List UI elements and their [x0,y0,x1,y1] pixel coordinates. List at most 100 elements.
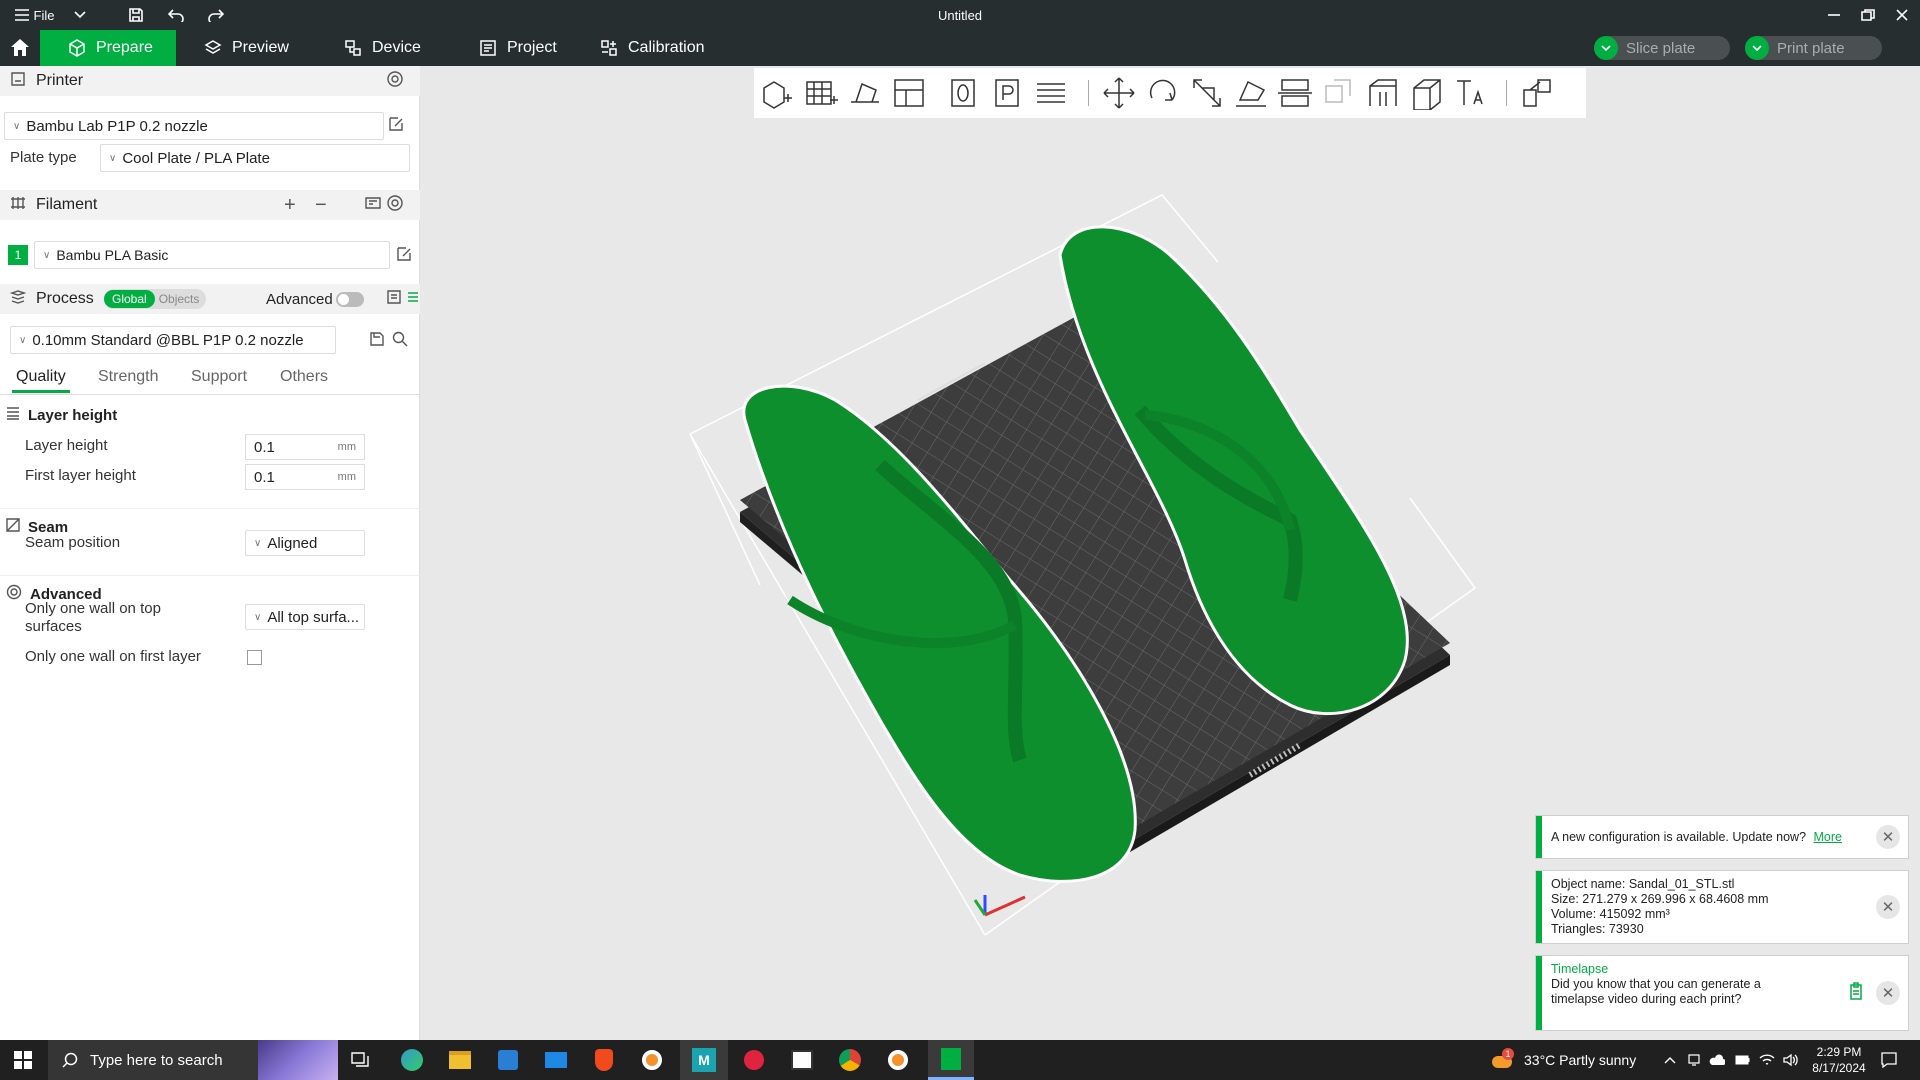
tab-preview[interactable]: Preview [190,30,303,66]
tray-onedrive-icon[interactable] [1706,1040,1728,1080]
filament-sync-icon[interactable] [364,195,382,216]
action-center-icon[interactable] [1874,1040,1904,1080]
rotate-icon[interactable] [1144,74,1182,112]
chrome-icon[interactable] [830,1040,870,1080]
remove-filament-icon[interactable]: − [315,194,327,217]
plate-p-icon[interactable] [988,74,1026,112]
close-window-icon[interactable] [1890,0,1914,30]
app-image-icon[interactable] [782,1040,822,1080]
lay-on-face-icon[interactable] [1232,74,1270,112]
first-layer-wall-checkbox[interactable] [247,650,262,665]
edit-printer-icon[interactable] [388,116,404,137]
app-heart-icon[interactable] [734,1040,774,1080]
seam-position-select[interactable]: ∨ Aligned [245,530,365,556]
assembly-view-icon[interactable] [1518,74,1556,112]
tab-quality[interactable]: Quality [16,368,66,386]
tray-volume-icon[interactable] [1780,1040,1802,1080]
slice-dropdown-icon[interactable] [1594,36,1618,60]
add-plate-icon[interactable] [802,74,840,112]
close-config-notification-icon[interactable]: ✕ [1876,825,1900,849]
file-menu[interactable]: File [10,0,58,30]
plate-type-select[interactable]: ∨ Cool Plate / PLA Plate [100,144,410,172]
text-tool-icon[interactable] [1452,74,1490,112]
mail-icon[interactable] [536,1040,576,1080]
redo-icon[interactable] [204,0,228,30]
config-update-more-link[interactable]: More [1814,830,1842,844]
support-paint-icon[interactable] [1364,74,1402,112]
tab-prepare[interactable]: Prepare [40,30,176,66]
process-list-icon[interactable] [386,289,402,310]
toggle-global[interactable]: Global [104,290,155,308]
windows-start-icon[interactable] [0,1040,46,1080]
close-timelapse-icon[interactable]: ✕ [1876,981,1900,1005]
add-filament-icon[interactable]: + [284,194,296,217]
minimize-icon[interactable] [1822,0,1846,30]
home-button[interactable] [0,30,40,66]
top-wall-label-line1: Only one wall on top [25,600,161,617]
tab-others[interactable]: Others [280,368,328,386]
printer-settings-icon[interactable] [386,70,404,93]
print-dropdown-icon[interactable] [1745,36,1769,60]
tab-calibration[interactable]: Calibration [586,30,718,66]
move-icon[interactable] [1100,74,1138,112]
tray-battery-icon[interactable] [1732,1040,1754,1080]
printer-heading: Printer [36,72,84,89]
filament-select[interactable]: ∨ Bambu PLA Basic [34,241,390,269]
global-objects-toggle[interactable]: Global Objects [104,289,206,309]
tray-chevron-up-icon[interactable] [1660,1040,1680,1080]
task-view-icon[interactable] [344,1040,376,1080]
arrange-icon[interactable] [890,74,928,112]
first-layer-height-input[interactable]: 0.1 mm [245,464,365,490]
file-chevron-icon[interactable] [70,0,90,30]
add-object-icon[interactable] [758,74,796,112]
printer-section-header: Printer [0,66,420,96]
process-preset-select[interactable]: ∨ 0.10mm Standard @BBL P1P 0.2 nozzle [10,326,336,354]
process-compare-icon[interactable] [406,290,420,309]
tab-strength[interactable]: Strength [98,368,158,386]
first-layer-height-label: First layer height [25,467,136,484]
filament-slot-badge[interactable]: 1 [8,245,28,265]
auto-orient-icon[interactable] [846,74,884,112]
print-plate-button[interactable]: Print plate [1745,36,1882,60]
clock[interactable]: 2:29 PM 8/17/2024 [1806,1040,1872,1080]
maya-icon[interactable]: M [680,1040,728,1080]
taskbar-search-box[interactable]: Type here to search [48,1040,338,1080]
slice-plate-button[interactable]: Slice plate [1594,36,1730,60]
edit-filament-icon[interactable] [396,246,412,267]
close-object-info-icon[interactable]: ✕ [1876,895,1900,919]
weather-widget[interactable]: 1 33°C Partly sunny [1490,1040,1640,1080]
advanced-switch[interactable] [336,292,364,307]
seam-paint-icon[interactable] [1408,74,1446,112]
file-explorer-icon[interactable] [440,1040,480,1080]
clock-time: 2:29 PM [1816,1045,1862,1059]
top-wall-select[interactable]: ∨ All top surfa... [245,604,365,630]
restore-icon[interactable] [1856,0,1880,30]
tray-wifi-icon[interactable] [1756,1040,1778,1080]
printer-select[interactable]: ∨ Bambu Lab P1P 0.2 nozzle [4,112,384,140]
chevron-down-icon: ∨ [254,611,262,623]
tab-support[interactable]: Support [191,368,247,386]
bambu-studio-taskbar-icon[interactable] [928,1040,974,1080]
scale-icon[interactable] [1188,74,1226,112]
store-icon[interactable] [488,1040,528,1080]
save-preset-icon[interactable] [370,332,384,351]
layers-editing-icon[interactable] [1032,74,1070,112]
search-preset-icon[interactable] [392,331,408,352]
edge-icon[interactable] [392,1040,432,1080]
boolean-icon[interactable] [1320,74,1358,112]
brave-icon[interactable] [584,1040,624,1080]
tab-device[interactable]: Device [330,30,435,66]
plate-o-icon[interactable] [944,74,982,112]
layer-height-input[interactable]: 0.1 mm [245,434,365,460]
tab-project[interactable]: Project [465,30,571,66]
blender-icon[interactable] [632,1040,672,1080]
save-icon[interactable] [124,0,148,30]
advanced-label: Advanced [266,290,333,308]
filament-settings-icon[interactable] [386,194,404,217]
blender-2-icon[interactable] [878,1040,918,1080]
toggle-objects[interactable]: Objects [155,292,200,306]
tray-camera-icon[interactable] [1684,1040,1704,1080]
cut-icon[interactable] [1276,74,1314,112]
undo-icon[interactable] [164,0,188,30]
clipboard-icon[interactable] [1848,982,1864,1003]
